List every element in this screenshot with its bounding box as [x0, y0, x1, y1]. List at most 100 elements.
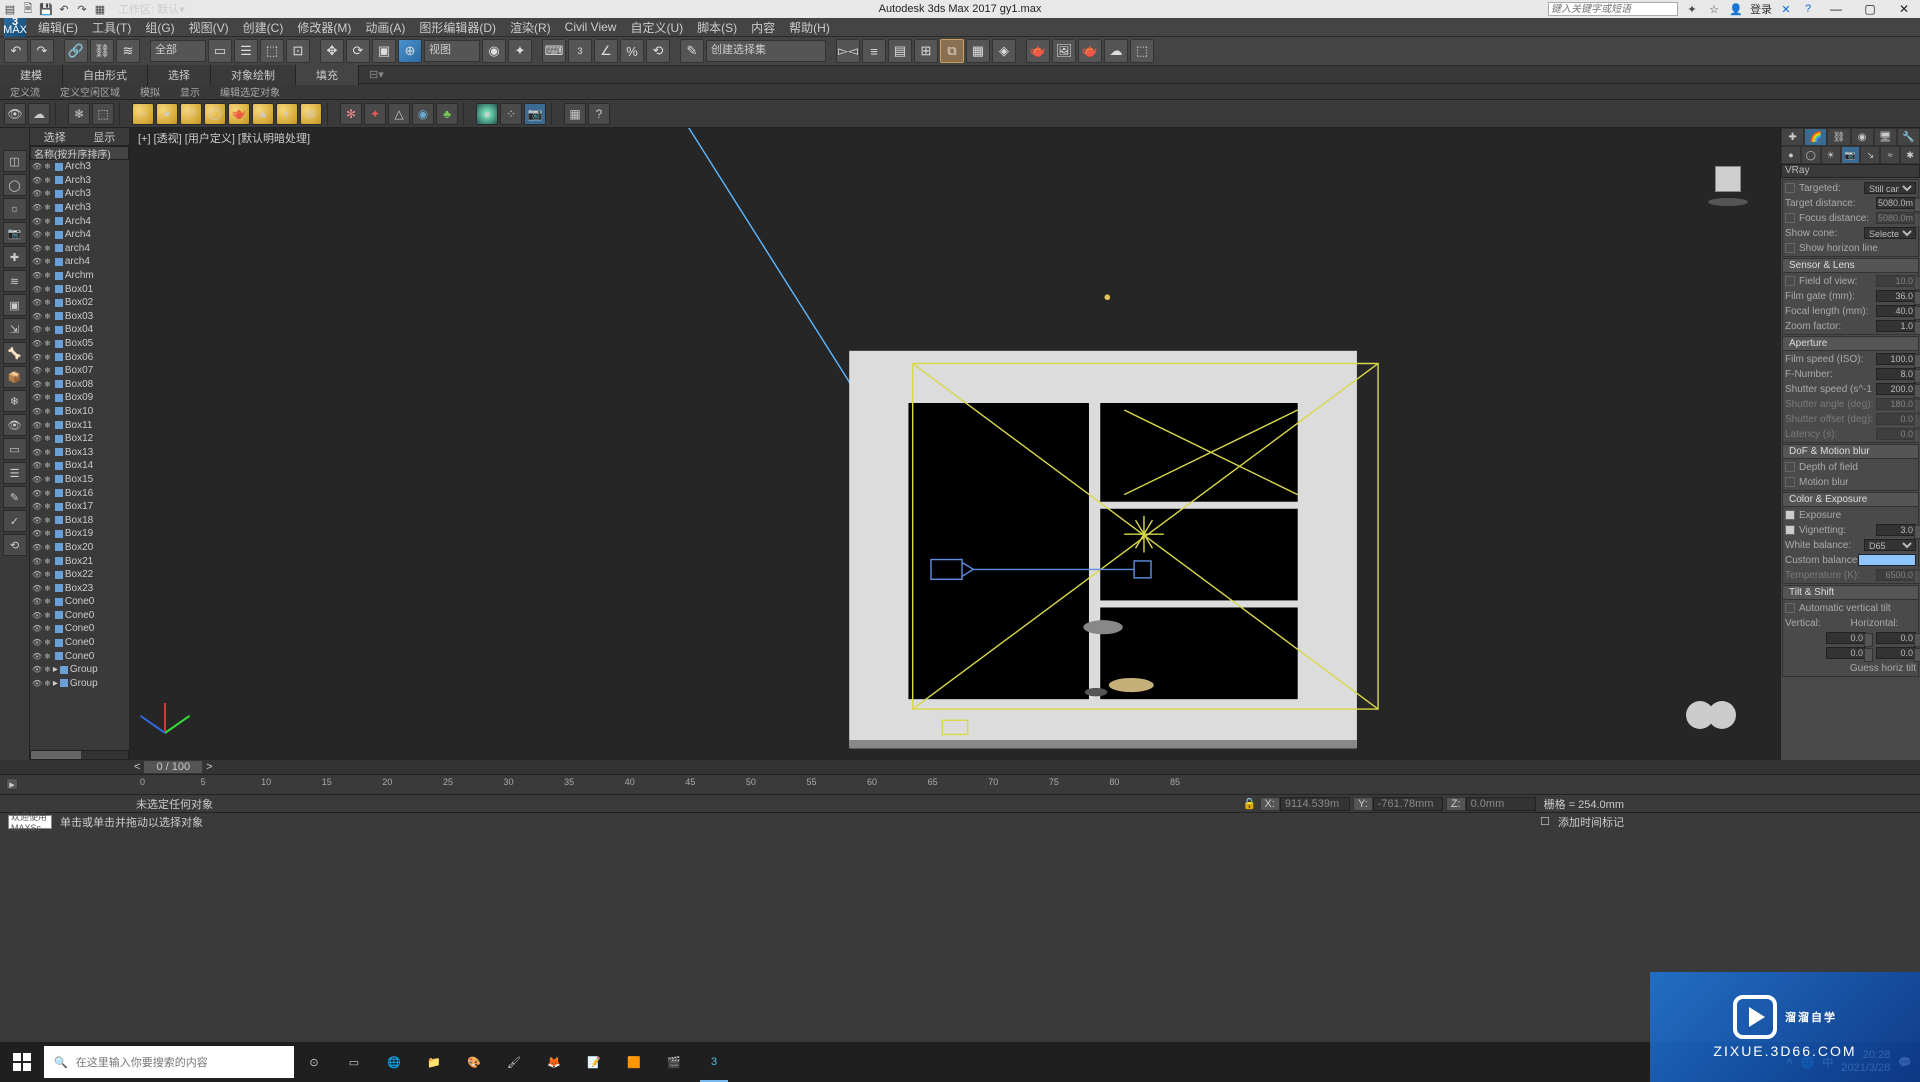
se-filter-helper-icon[interactable]: ✚: [3, 246, 27, 268]
se-filter-frozen-icon[interactable]: ❄: [3, 390, 27, 412]
subtab-light-icon[interactable]: ☀: [1821, 146, 1841, 164]
scene-list-item[interactable]: 👁❄Box10: [30, 405, 129, 419]
ribbon-tab-populate[interactable]: 填充: [296, 65, 359, 85]
uc-app[interactable]: 🟧: [614, 1042, 654, 1082]
subtab-helper-icon[interactable]: ↘: [1860, 146, 1880, 164]
helper-3-icon[interactable]: ♣: [436, 103, 458, 125]
region-rect-button[interactable]: ⬚: [260, 39, 284, 63]
focusdist-spinner[interactable]: 5080.0m: [1876, 212, 1916, 224]
render-online-button[interactable]: ☁: [1104, 39, 1128, 63]
se-filter-bone-icon[interactable]: 🦴: [3, 342, 27, 364]
custbal-swatch[interactable]: [1858, 554, 1916, 566]
window-crossing-button[interactable]: ⊡: [286, 39, 310, 63]
se-filter-shape-icon[interactable]: ◯: [3, 174, 27, 196]
tray-network-icon[interactable]: 🌐: [1801, 1056, 1815, 1069]
rotate-button[interactable]: ⟳: [346, 39, 370, 63]
placement-button[interactable]: ⊕: [398, 39, 422, 63]
add-time-tag-label[interactable]: 添加时间标记: [1558, 814, 1624, 830]
scene-list-item[interactable]: 👁❄Box13: [30, 445, 129, 459]
scene-list-item[interactable]: 👁❄Box19: [30, 527, 129, 541]
tab-motion-icon[interactable]: ◉: [1851, 128, 1874, 146]
scene-list[interactable]: 👁❄Arch3👁❄Arch3👁❄Arch3👁❄Arch3👁❄Arch4👁❄Arc…: [30, 160, 129, 750]
tab-create-icon[interactable]: ✚: [1781, 128, 1804, 146]
scene-list-item[interactable]: 👁❄Box17: [30, 500, 129, 514]
scene-list-item[interactable]: 👁❄Cone0: [30, 636, 129, 650]
scene-list-item[interactable]: 👁❄Cone0: [30, 649, 129, 663]
scale-button[interactable]: ▣: [372, 39, 396, 63]
se-filter-geom-icon[interactable]: ◫: [3, 150, 27, 172]
fov-spinner[interactable]: 10.0: [1876, 275, 1916, 287]
unfreeze-button[interactable]: ⬚: [92, 103, 114, 125]
vignette-label[interactable]: Vignetting:: [1799, 525, 1876, 536]
scene-list-item[interactable]: 👁❄Box11: [30, 418, 129, 432]
camera-button[interactable]: 📷: [524, 103, 546, 125]
lock-icon[interactable]: 🔒: [1243, 798, 1257, 810]
zoom-spinner[interactable]: 1.0: [1876, 320, 1916, 332]
scene-list-item[interactable]: 👁❄Box01: [30, 282, 129, 296]
freeze-button[interactable]: ❄: [68, 103, 90, 125]
time-slider-row[interactable]: < 0 / 100 >: [0, 760, 1920, 774]
vignette-spinner[interactable]: 3.0: [1876, 524, 1916, 536]
scene-list-item[interactable]: 👁❄Cone0: [30, 609, 129, 623]
light-2-icon[interactable]: ⁘: [500, 103, 522, 125]
scene-tab-select[interactable]: 选择: [44, 129, 66, 145]
se-filter-container-icon[interactable]: 📦: [3, 366, 27, 388]
menu-content[interactable]: 内容: [745, 18, 781, 37]
selection-filter[interactable]: 全部: [150, 40, 206, 62]
scene-list-item[interactable]: 👁❄Box21: [30, 554, 129, 568]
bind-spacewarp-button[interactable]: ≋: [116, 39, 140, 63]
tilt-h2-spinner[interactable]: 0.0: [1876, 647, 1916, 659]
se-filter-xref-icon[interactable]: ⇲: [3, 318, 27, 340]
se-tool-1-icon[interactable]: ▭: [3, 438, 27, 460]
ribbon-sub-0[interactable]: 定义流: [0, 83, 50, 100]
video-app[interactable]: 🎬: [654, 1042, 694, 1082]
rollout-sensor-header[interactable]: Sensor & Lens: [1783, 259, 1918, 273]
se-filter-spacewarp-icon[interactable]: ≋: [3, 270, 27, 292]
scene-list-item[interactable]: 👁❄Arch4: [30, 214, 129, 228]
ribbon-toggle-icon[interactable]: ⊟▾: [369, 68, 384, 81]
show-button[interactable]: 👁: [4, 103, 26, 125]
dof-label[interactable]: Depth of field: [1799, 462, 1916, 473]
coord-y-val[interactable]: -761.78mm: [1373, 797, 1443, 811]
redo-icon[interactable]: ↷: [74, 1, 90, 17]
scene-list-item[interactable]: 👁❄Box08: [30, 378, 129, 392]
se-tool-3-icon[interactable]: ✎: [3, 486, 27, 508]
showhorizon-label[interactable]: Show horizon line: [1799, 243, 1916, 254]
undo-icon[interactable]: ↶: [56, 1, 72, 17]
tab-utilities-icon[interactable]: 🔧: [1897, 128, 1920, 146]
scene-list-item[interactable]: 👁❄Box09: [30, 391, 129, 405]
taskbar-search[interactable]: 🔍在这里输入你要搜索的内容: [44, 1046, 294, 1078]
scene-list-item[interactable]: 👁❄Box18: [30, 513, 129, 527]
start-button[interactable]: [0, 1042, 44, 1082]
fnum-spinner[interactable]: 8.0: [1876, 368, 1916, 380]
menu-modifiers[interactable]: 修改器(M): [291, 18, 357, 37]
ribbon-tab-selection[interactable]: 选择: [148, 65, 211, 85]
spinner-snap-button[interactable]: ⟲: [646, 39, 670, 63]
mirror-button[interactable]: ▻◅: [836, 39, 860, 63]
add-time-tag-check[interactable]: ☐: [1540, 815, 1550, 828]
menu-civilview[interactable]: Civil View: [559, 19, 623, 35]
menu-edit[interactable]: 编辑(E): [32, 18, 84, 37]
cloud-button[interactable]: ☁: [28, 103, 50, 125]
menu-animation[interactable]: 动画(A): [359, 18, 411, 37]
teapot-prim-icon[interactable]: 🫖: [228, 103, 250, 125]
scene-list-item[interactable]: 👁❄Box23: [30, 581, 129, 595]
paint2-app[interactable]: 🖌: [494, 1042, 534, 1082]
guess-label[interactable]: Guess horiz tilt: [1785, 663, 1916, 674]
ribbon-tab-modeling[interactable]: 建模: [0, 65, 63, 85]
ribbon-tab-freeform[interactable]: 自由形式: [63, 65, 148, 85]
scene-list-item[interactable]: 👁❄Box14: [30, 459, 129, 473]
exposure-label[interactable]: Exposure: [1799, 510, 1916, 521]
system-tray[interactable]: ˄ 🌐 中 20:28 2021/3/28 💬: [1786, 1049, 1920, 1075]
tilt-h1-spinner[interactable]: 0.0: [1876, 632, 1916, 644]
refcoord-dropdown[interactable]: 视图: [424, 40, 480, 62]
rollout-color-header[interactable]: Color & Exposure: [1783, 493, 1918, 507]
close-button[interactable]: ✕: [1890, 1, 1918, 17]
user-icon[interactable]: 👤: [1728, 1, 1744, 17]
workspace-switcher[interactable]: 工作区: 默认 ▾: [118, 1, 185, 17]
select-object-button[interactable]: ▭: [208, 39, 232, 63]
explorer-app[interactable]: 📁: [414, 1042, 454, 1082]
particle-1-icon[interactable]: ✻: [340, 103, 362, 125]
scene-list-item[interactable]: 👁❄Arch3: [30, 201, 129, 215]
subtab-camera-icon[interactable]: 📷: [1841, 146, 1861, 164]
